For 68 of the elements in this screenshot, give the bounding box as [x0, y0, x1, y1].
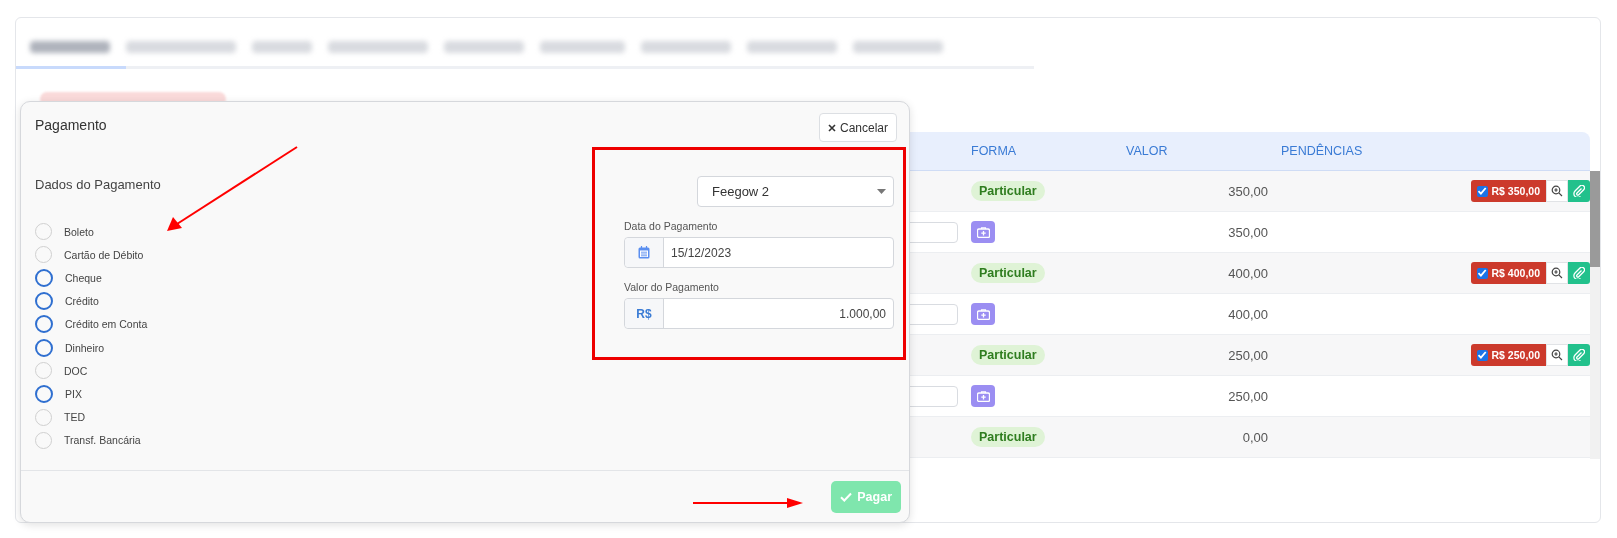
kit-button[interactable] — [971, 221, 995, 243]
radio-option[interactable]: Crédito — [35, 289, 592, 313]
zoom-button[interactable] — [1546, 262, 1568, 284]
radio-option[interactable]: TED — [35, 405, 592, 429]
radio-option[interactable]: Dinheiro — [35, 335, 592, 360]
radio-option[interactable]: Crédito em Conta — [35, 312, 592, 336]
amount-text: 350,00 — [1228, 183, 1268, 199]
paperclip-icon — [1573, 267, 1585, 279]
column-header: FORMA — [971, 144, 1018, 158]
zoom-button[interactable] — [1546, 344, 1568, 366]
payment-type-tag: Particular — [971, 345, 1045, 365]
blurred-tab[interactable] — [328, 41, 428, 53]
payment-type-tag: Particular — [971, 427, 1045, 447]
radio-option[interactable]: Transf. Bancária — [35, 428, 592, 452]
section-title: Dados do Pagamento — [35, 177, 162, 192]
zoom-icon — [1551, 267, 1563, 279]
checkbox[interactable] — [1476, 185, 1488, 197]
amount-text: 250,00 — [1228, 347, 1268, 363]
blurred-tab[interactable] — [30, 41, 110, 53]
calendar-icon — [638, 246, 650, 259]
column-header: PENDÊNCIAS — [1281, 144, 1364, 158]
radio-option[interactable]: DOC — [35, 359, 592, 383]
pending-amount[interactable]: R$ 350,00 — [1470, 180, 1546, 202]
blurred-tab[interactable] — [126, 41, 236, 53]
blurred-tab[interactable] — [540, 41, 625, 53]
kit-button[interactable] — [971, 385, 995, 407]
pending-amount[interactable]: R$ 400,00 — [1470, 262, 1546, 284]
blurred-tab[interactable] — [747, 41, 837, 53]
pending-amount[interactable]: R$ 250,00 — [1470, 344, 1546, 366]
checkbox[interactable] — [1476, 267, 1488, 279]
amount-text: 0,00 — [1242, 429, 1268, 445]
medical-kit-icon — [976, 226, 990, 238]
radio-option[interactable]: Cartão de Débito — [35, 243, 592, 267]
zoom-button[interactable] — [1546, 180, 1568, 202]
checkbox[interactable] — [1476, 349, 1488, 361]
kit-button[interactable] — [971, 303, 995, 325]
payment-type-tag: Particular — [971, 263, 1045, 283]
radio-option[interactable]: PIX — [35, 382, 592, 406]
caret-icon — [877, 189, 886, 194]
amount-field[interactable]: R$ 1.000,00 — [624, 298, 894, 329]
scrollbar-thumb[interactable] — [1590, 171, 1600, 267]
amount-text: 250,00 — [1228, 388, 1268, 404]
blurred-tab[interactable] — [853, 41, 943, 53]
column-header: VALOR — [1126, 144, 1169, 158]
date-field[interactable]: 15/12/2023 — [624, 237, 894, 268]
account-dropdown[interactable]: Feegow 2 — [697, 176, 894, 207]
zoom-icon — [1551, 185, 1563, 197]
dialog-title: Pagamento — [35, 117, 107, 133]
blurred-tab[interactable] — [641, 41, 731, 53]
radio-option[interactable]: Cheque — [35, 266, 592, 290]
blurred-tab[interactable] — [444, 41, 524, 53]
amount-text: 400,00 — [1228, 265, 1268, 281]
close-icon — [827, 123, 836, 132]
paperclip-icon — [1573, 185, 1585, 197]
cancel-button[interactable]: Cancelar — [818, 113, 897, 142]
blurred-tab[interactable] — [252, 41, 312, 53]
amount-text: 400,00 — [1228, 306, 1268, 322]
amount-text: 350,00 — [1228, 224, 1268, 240]
field-label: Valor do Pagamento — [624, 281, 719, 293]
scrollbar[interactable] — [1590, 171, 1600, 459]
medical-kit-icon — [976, 308, 990, 320]
field-label: Data do Pagamento — [624, 220, 718, 232]
check-icon — [840, 491, 853, 502]
zoom-icon — [1551, 349, 1563, 361]
radio-option[interactable]: Boleto — [35, 220, 592, 244]
medical-kit-icon — [976, 390, 990, 402]
payment-type-tag: Particular — [971, 181, 1045, 201]
paperclip-icon — [1573, 349, 1585, 361]
